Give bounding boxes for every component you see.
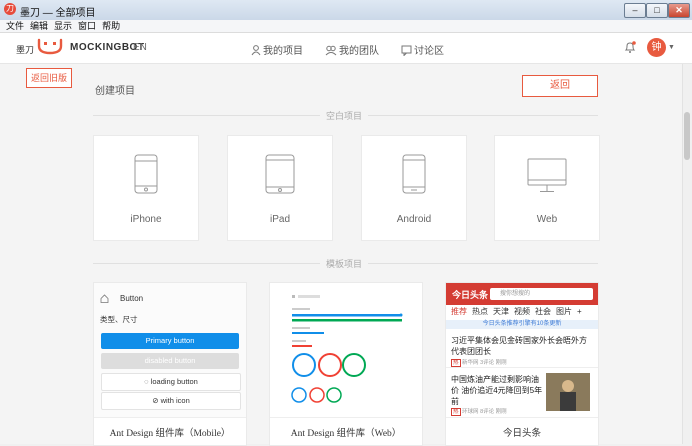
menu-file[interactable]: 文件 xyxy=(6,20,24,32)
menu-view[interactable]: 显示 xyxy=(54,20,72,32)
toutiao-news-meta: 热 新华网 3评论 刚刚 xyxy=(451,358,507,367)
app-header: 墨刀 MOCKINGBOT EN 我的项目 我的团队 讨论区 钟 ▼ xyxy=(0,33,692,64)
template-card-toutiao[interactable]: 今日头条 搜你想搜的 推荐 热点 天津 视频 社会 图片 + 今日头条推荐引擎有10条更新 … xyxy=(445,282,599,446)
toutiao-tab: 推荐 xyxy=(451,307,467,316)
template-title: Ant Design 组件库（Web） xyxy=(290,429,402,439)
nav-my-projects-label: 我的项目 xyxy=(263,46,303,57)
toutiao-news-title: 中国炼油产能过剩影响油价 油价追近4元降回到5年前 xyxy=(451,375,543,406)
preview-primary-button: Primary button xyxy=(101,333,239,349)
toutiao-tab: 社会 xyxy=(535,307,551,316)
scrollbar-thumb[interactable] xyxy=(684,112,690,160)
toutiao-tab: 图片 xyxy=(556,307,572,316)
hot-tag: 热 xyxy=(451,408,461,416)
device-label: Web xyxy=(536,214,558,225)
back-to-old-version-button[interactable]: 返回旧版 xyxy=(26,68,72,88)
window-titlebar: 刀 墨刀 — 全部项目 – □ ✕ xyxy=(0,0,692,21)
template-title: Ant Design 组件库（Mobile） xyxy=(109,429,231,439)
blank-section-label: 空白项目 xyxy=(320,109,369,122)
template-section-label: 模板项目 xyxy=(320,257,369,270)
toutiao-notice: 今日头条推荐引擎有10条更新 xyxy=(446,320,598,329)
template-card-ant-web[interactable]: Ant Design 组件库（Web） xyxy=(269,282,423,446)
toutiao-brand: 今日头条 xyxy=(452,290,489,300)
template-title: 今日头条 xyxy=(502,429,541,439)
preview-subheader: 类型、尺寸 xyxy=(100,315,138,324)
maximize-button[interactable]: □ xyxy=(646,3,668,18)
window-title: 墨刀 — 全部项目 xyxy=(20,8,96,19)
language-toggle[interactable]: EN xyxy=(133,42,147,53)
check-circle-icon: ⊘ xyxy=(152,396,161,405)
card-separator xyxy=(270,417,422,418)
bell-icon[interactable] xyxy=(624,41,636,54)
menu-help[interactable]: 帮助 xyxy=(102,20,120,32)
card-separator xyxy=(94,417,246,418)
toutiao-header: 今日头条 搜你想搜的 xyxy=(446,283,598,305)
android-phone-icon xyxy=(402,154,426,194)
toutiao-tab: + xyxy=(577,307,582,316)
menu-window[interactable]: 窗口 xyxy=(78,20,96,32)
nav-my-team-label: 我的团队 xyxy=(339,46,379,57)
device-label: iPhone xyxy=(130,214,162,225)
hot-tag: 热 xyxy=(451,359,461,367)
template-card-ant-mobile[interactable]: Button 类型、尺寸 Primary button disabled but… xyxy=(93,282,247,446)
toutiao-tab: 视频 xyxy=(514,307,530,316)
create-project-title: 创建项目 xyxy=(95,86,135,97)
toutiao-meta-text: 环球网 8评论 刚刚 xyxy=(462,409,507,415)
toutiao-search: 搜你想搜的 xyxy=(490,288,593,300)
preview-disabled-button: disabled button xyxy=(101,353,239,369)
menu-bar: 文件 编辑 显示 窗口 帮助 xyxy=(0,20,692,33)
nav-my-team[interactable]: 我的团队 xyxy=(325,42,379,57)
team-icon xyxy=(325,45,337,56)
device-card-web[interactable]: Web xyxy=(494,135,600,241)
app-icon: 刀 xyxy=(4,3,16,15)
toutiao-tabs: 推荐 热点 天津 视频 社会 图片 + xyxy=(446,306,598,319)
toutiao-meta-text: 新华网 3评论 刚刚 xyxy=(462,360,507,366)
iphone-icon xyxy=(134,154,158,194)
preview-icon-button: ⊘ with icon xyxy=(101,392,241,410)
device-card-android[interactable]: Android xyxy=(361,135,467,241)
chevron-down-icon[interactable]: ▼ xyxy=(668,44,675,51)
news-thumbnail-image xyxy=(546,373,590,411)
preview-header: Button xyxy=(120,294,144,303)
device-label: iPad xyxy=(269,214,290,225)
device-card-ipad[interactable]: iPad xyxy=(227,135,333,241)
preview-icon-label: with icon xyxy=(160,396,190,405)
close-button[interactable]: ✕ xyxy=(668,3,690,18)
preview-loading-button: ◌ loading button xyxy=(101,373,241,391)
nav-my-projects[interactable]: 我的项目 xyxy=(251,42,303,57)
monitor-icon xyxy=(527,158,567,192)
device-card-iphone[interactable]: iPhone xyxy=(93,135,199,241)
back-button[interactable]: 返回 xyxy=(522,75,598,97)
menu-edit[interactable]: 编辑 xyxy=(30,20,48,32)
user-icon xyxy=(251,45,261,56)
toutiao-news-meta: 热 环球网 8评论 刚刚 xyxy=(451,407,507,416)
avatar[interactable]: 钟 xyxy=(647,38,666,57)
card-separator xyxy=(446,417,598,418)
ipad-icon xyxy=(265,154,295,194)
home-icon xyxy=(100,294,109,303)
mockingbot-logo-icon[interactable] xyxy=(36,37,64,57)
minimize-button[interactable]: – xyxy=(624,3,646,18)
toutiao-tab: 热点 xyxy=(472,307,488,316)
toutiao-news-title: 习近平集体会见金砖国家外长会晤外方代表团团长 xyxy=(451,336,587,356)
nav-discussion-label: 讨论区 xyxy=(414,46,444,57)
nav-discussion[interactable]: 讨论区 xyxy=(401,42,444,57)
news-separator xyxy=(446,367,598,368)
device-label: Android xyxy=(396,214,432,225)
ant-web-preview-graphic xyxy=(291,295,403,403)
brand-cn: 墨刀 xyxy=(16,45,35,55)
chat-icon xyxy=(401,45,412,57)
preview-loading-label: loading button xyxy=(150,377,198,386)
toutiao-tab: 天津 xyxy=(493,307,509,316)
